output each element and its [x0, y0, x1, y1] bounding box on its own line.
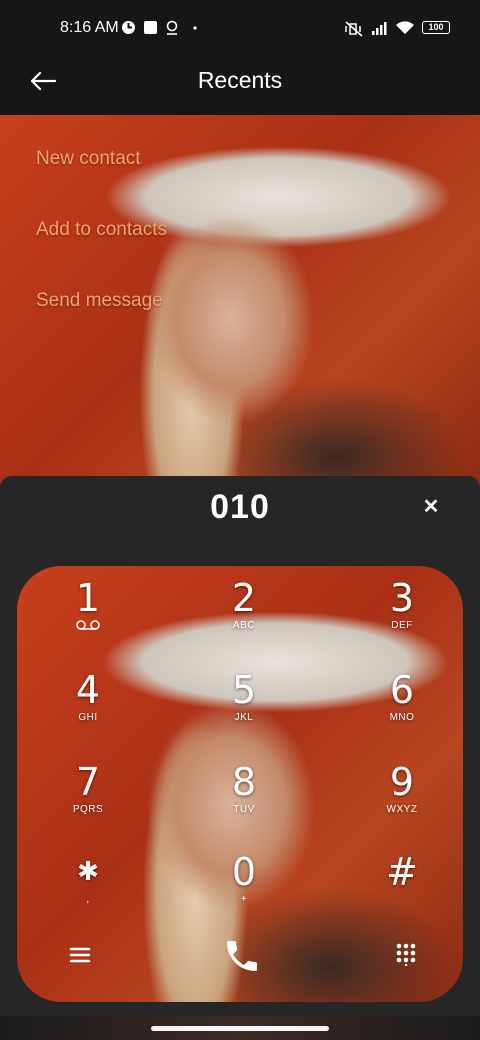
key-digit: 7 [75, 760, 101, 804]
key-digit: 2 [231, 576, 257, 620]
key-digit: ✱ [77, 857, 99, 887]
key-star[interactable]: ✱ , [48, 852, 128, 928]
key-2[interactable]: 2 ABC [204, 578, 284, 654]
key-4[interactable]: 4 GHI [48, 670, 128, 746]
dot-icon [192, 20, 198, 39]
cloud-sync-icon [121, 20, 136, 38]
key-letters: JKL [234, 712, 254, 723]
key-letters: TUV [233, 804, 255, 815]
key-letters: MNO [389, 712, 415, 723]
key-digit: 3 [389, 576, 415, 620]
menu-icon[interactable] [62, 940, 98, 970]
key-digit: 1 [75, 576, 101, 620]
key-1[interactable]: 1 [48, 578, 128, 654]
page-title: Recents [197, 67, 283, 93]
battery-icon: 100 [422, 21, 450, 34]
key-5[interactable]: 5 JKL [204, 670, 284, 746]
key-digit: 9 [389, 760, 415, 804]
close-icon[interactable]: ✕ [418, 494, 444, 520]
location-icon [165, 20, 179, 39]
home-indicator[interactable] [151, 1026, 329, 1031]
key-digit: # [386, 850, 418, 894]
dialpad-icon[interactable] [394, 942, 418, 967]
status-time: 8:16 AM [60, 19, 119, 36]
key-letters: + [240, 894, 248, 905]
key-digit: 5 [231, 668, 257, 712]
key-9[interactable]: 9 WXYZ [362, 762, 442, 838]
key-letters: , [86, 894, 90, 905]
key-letters: PQRS [72, 804, 104, 815]
dialed-number[interactable]: 010 [0, 488, 480, 527]
key-0[interactable]: 0 + [204, 852, 284, 928]
key-6[interactable]: 6 MNO [362, 670, 442, 746]
key-digit: 0 [231, 850, 257, 894]
key-letters: ABC [232, 620, 256, 631]
key-digit: 8 [231, 760, 257, 804]
app-bar: Recents [0, 56, 480, 115]
status-bar: 8:16 AM 100 [0, 0, 480, 56]
signal-icon [371, 20, 389, 39]
wifi-icon [395, 20, 415, 39]
add-to-contacts-link[interactable]: Add to contacts [36, 219, 167, 241]
key-letters: DEF [391, 620, 413, 631]
key-digit: 6 [389, 668, 415, 712]
key-3[interactable]: 3 DEF [362, 578, 442, 654]
mute-vibrate-icon [344, 20, 364, 41]
notification-square-icon [143, 20, 158, 38]
key-letters: GHI [78, 712, 98, 723]
send-message-link[interactable]: Send message [36, 290, 163, 312]
key-letters: WXYZ [386, 804, 418, 815]
key-7[interactable]: 7 PQRS [48, 762, 128, 838]
key-8[interactable]: 8 TUV [204, 762, 284, 838]
key-hash[interactable]: # [362, 852, 442, 928]
new-contact-link[interactable]: New contact [36, 148, 141, 170]
key-digit: 4 [75, 668, 101, 712]
voicemail-icon [48, 620, 128, 633]
call-icon[interactable] [222, 936, 262, 976]
